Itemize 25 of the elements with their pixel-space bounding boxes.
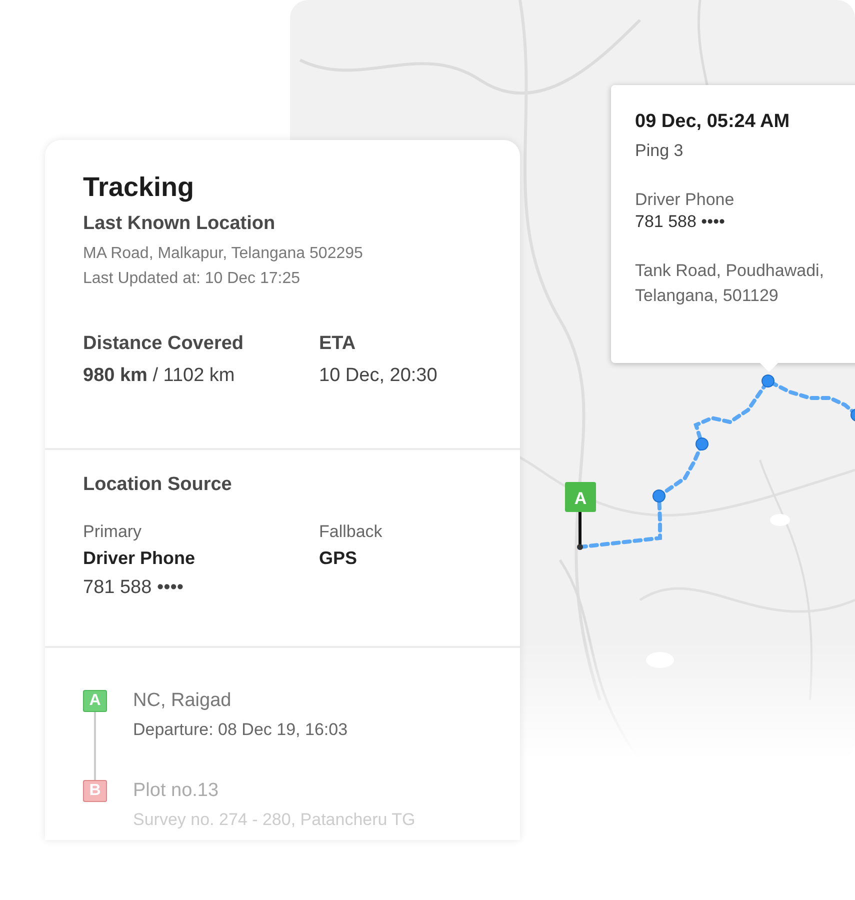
source-name: GPS: [319, 548, 358, 569]
stop-name: NC, Raigad: [133, 690, 232, 712]
ping-name: Ping 3: [635, 141, 684, 161]
ping-address: Tank Road, Poudhawadi,: [635, 260, 826, 282]
distance-value: 980 km / 1102 km: [83, 365, 236, 387]
stop-detail: Departure: 08 Dec 19, 16:03: [133, 720, 348, 740]
source-label: Fallback: [319, 522, 382, 542]
distance-label: Distance Covered: [83, 333, 245, 355]
stop-badge: B: [83, 780, 107, 802]
source-label: Primary: [83, 522, 143, 542]
phone-number: 781 588 ••••: [83, 577, 185, 599]
source-name: Driver Phone: [83, 548, 196, 569]
section-heading: Location Source: [83, 474, 233, 496]
section-heading: Last Known Location: [83, 213, 276, 235]
eta-value: 10 Dec, 20:30: [319, 365, 438, 387]
ping-source: Driver Phone: [635, 189, 736, 211]
stop-name: Plot no.13: [133, 780, 220, 802]
ping-phone: 781 588 ••••: [635, 212, 726, 232]
ping-time: 09 Dec, 05:24 AM: [635, 111, 791, 133]
eta-label: ETA: [319, 333, 357, 355]
card-title: Tracking: [83, 172, 196, 203]
ping-address: Telangana, 501129: [635, 285, 780, 307]
last-updated-text: Last Updated at: 10 Dec 17:25: [83, 269, 302, 289]
stop-badge: A: [83, 690, 107, 712]
address-text: MA Road, Malkapur, Telangana 502295: [83, 244, 364, 264]
